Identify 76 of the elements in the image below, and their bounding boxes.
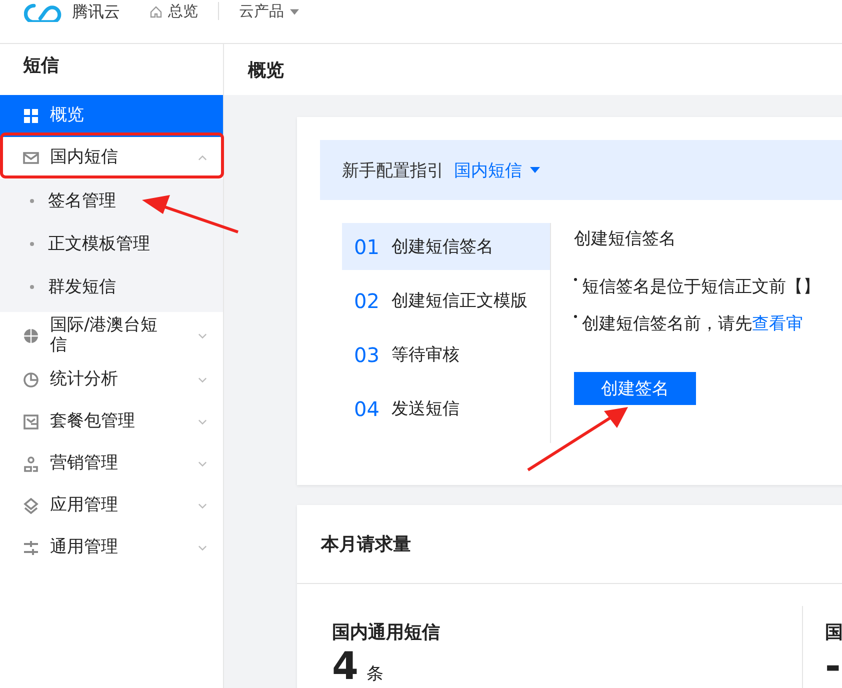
- chevron-down-icon: [198, 377, 207, 384]
- step-number: 03: [354, 342, 380, 366]
- page-title: 概览: [248, 58, 284, 82]
- caret-icon: [290, 8, 299, 14]
- review-link[interactable]: 查看审: [752, 314, 803, 334]
- submenu-item-label: 签名管理: [48, 190, 116, 212]
- bullet-icon: [574, 278, 577, 281]
- step-number: 01: [354, 234, 380, 258]
- stat-value: 4: [332, 644, 358, 688]
- submenu-item[interactable]: 正文模板管理: [0, 222, 223, 265]
- step-label: 创建短信签名: [391, 236, 494, 258]
- stat-value: -: [825, 644, 841, 688]
- submenu-item[interactable]: 签名管理: [0, 179, 223, 222]
- chevron-down-icon: [198, 461, 207, 468]
- grid-icon: [23, 108, 39, 124]
- step-item[interactable]: 03 等待审核: [342, 331, 550, 378]
- chevron-down-icon: [198, 503, 207, 510]
- sidebar-item[interactable]: 营销管理: [0, 443, 223, 486]
- sidebar-item-label: 统计分析: [50, 370, 119, 390]
- caret-icon: [530, 167, 540, 173]
- product-dropdown[interactable]: 国内短信: [454, 158, 540, 182]
- bullet-icon: [574, 315, 577, 318]
- stat-title: 国: [825, 621, 842, 644]
- chevron-down-icon: [198, 545, 207, 552]
- sidebar-item-label: 营销管理: [50, 454, 119, 474]
- step-label: 等待审核: [391, 344, 460, 366]
- submenu-item-label: 群发短信: [48, 276, 116, 298]
- chevron-up-icon: [198, 155, 207, 161]
- cloud-logo-icon: [24, 2, 62, 22]
- sidebar-item[interactable]: 套餐包管理: [0, 401, 223, 444]
- people-icon: [23, 456, 39, 472]
- globe-icon: [23, 328, 39, 344]
- create-signature-button[interactable]: 创建签名: [574, 372, 696, 405]
- sidebar-item-label: 概览: [50, 106, 85, 126]
- sliders-icon: [23, 540, 39, 556]
- bullet-text: 创建短信签名前，请先查看审: [582, 313, 803, 335]
- stat-unit: 条: [366, 663, 384, 685]
- chevron-down-icon: [198, 332, 207, 339]
- step-number: 04: [354, 396, 380, 420]
- sidebar-item-label: 应用管理: [50, 496, 119, 516]
- sidebar-item[interactable]: 国际/港澳台短信: [0, 312, 223, 360]
- bullet-icon: [30, 284, 34, 288]
- layers-icon: [23, 498, 39, 514]
- bullet-icon: [30, 198, 34, 202]
- pie-icon: [23, 372, 39, 388]
- sidebar-title: 短信: [22, 54, 60, 78]
- step-item[interactable]: 02 创建短信正文模版: [342, 277, 550, 324]
- sidebar-item-label: 国内短信: [50, 148, 119, 168]
- sidebar-item[interactable]: 通用管理: [0, 527, 223, 570]
- sidebar-item[interactable]: 概览: [0, 95, 223, 137]
- submenu-item-label: 正文模板管理: [48, 233, 150, 255]
- mail-icon: [23, 150, 39, 166]
- sidebar-item[interactable]: 应用管理: [0, 485, 223, 528]
- package-icon: [23, 414, 39, 430]
- brand-name: 腾讯云: [72, 2, 120, 23]
- bullet-text: 短信签名是位于短信正文前【】: [582, 276, 820, 298]
- sidebar-item[interactable]: 统计分析: [0, 359, 223, 402]
- nav-link[interactable]: 云产品: [239, 2, 299, 21]
- nav-link[interactable]: 总览: [150, 2, 198, 21]
- sidebar-item-label: 套餐包管理: [50, 412, 136, 432]
- submenu-item[interactable]: 群发短信: [0, 265, 223, 308]
- stats-title: 本月请求量: [321, 533, 411, 556]
- step-item[interactable]: 04 发送短信: [342, 385, 550, 432]
- chevron-down-icon: [198, 419, 207, 426]
- step-title: 创建短信签名: [574, 228, 677, 250]
- home-icon: [150, 6, 162, 18]
- step-label: 发送短信: [391, 398, 460, 420]
- sidebar-item-label: 国际/港澳台短信: [50, 316, 159, 356]
- stat-title: 国内通用短信: [332, 621, 441, 644]
- bullet-icon: [30, 242, 34, 246]
- sidebar-item[interactable]: 国内短信: [0, 137, 223, 179]
- step-number: 02: [354, 288, 380, 312]
- guide-label: 新手配置指引: [342, 160, 444, 182]
- step-item[interactable]: 01 创建短信签名: [342, 223, 550, 270]
- step-label: 创建短信正文模版: [391, 290, 528, 312]
- sidebar-item-label: 通用管理: [50, 538, 119, 558]
